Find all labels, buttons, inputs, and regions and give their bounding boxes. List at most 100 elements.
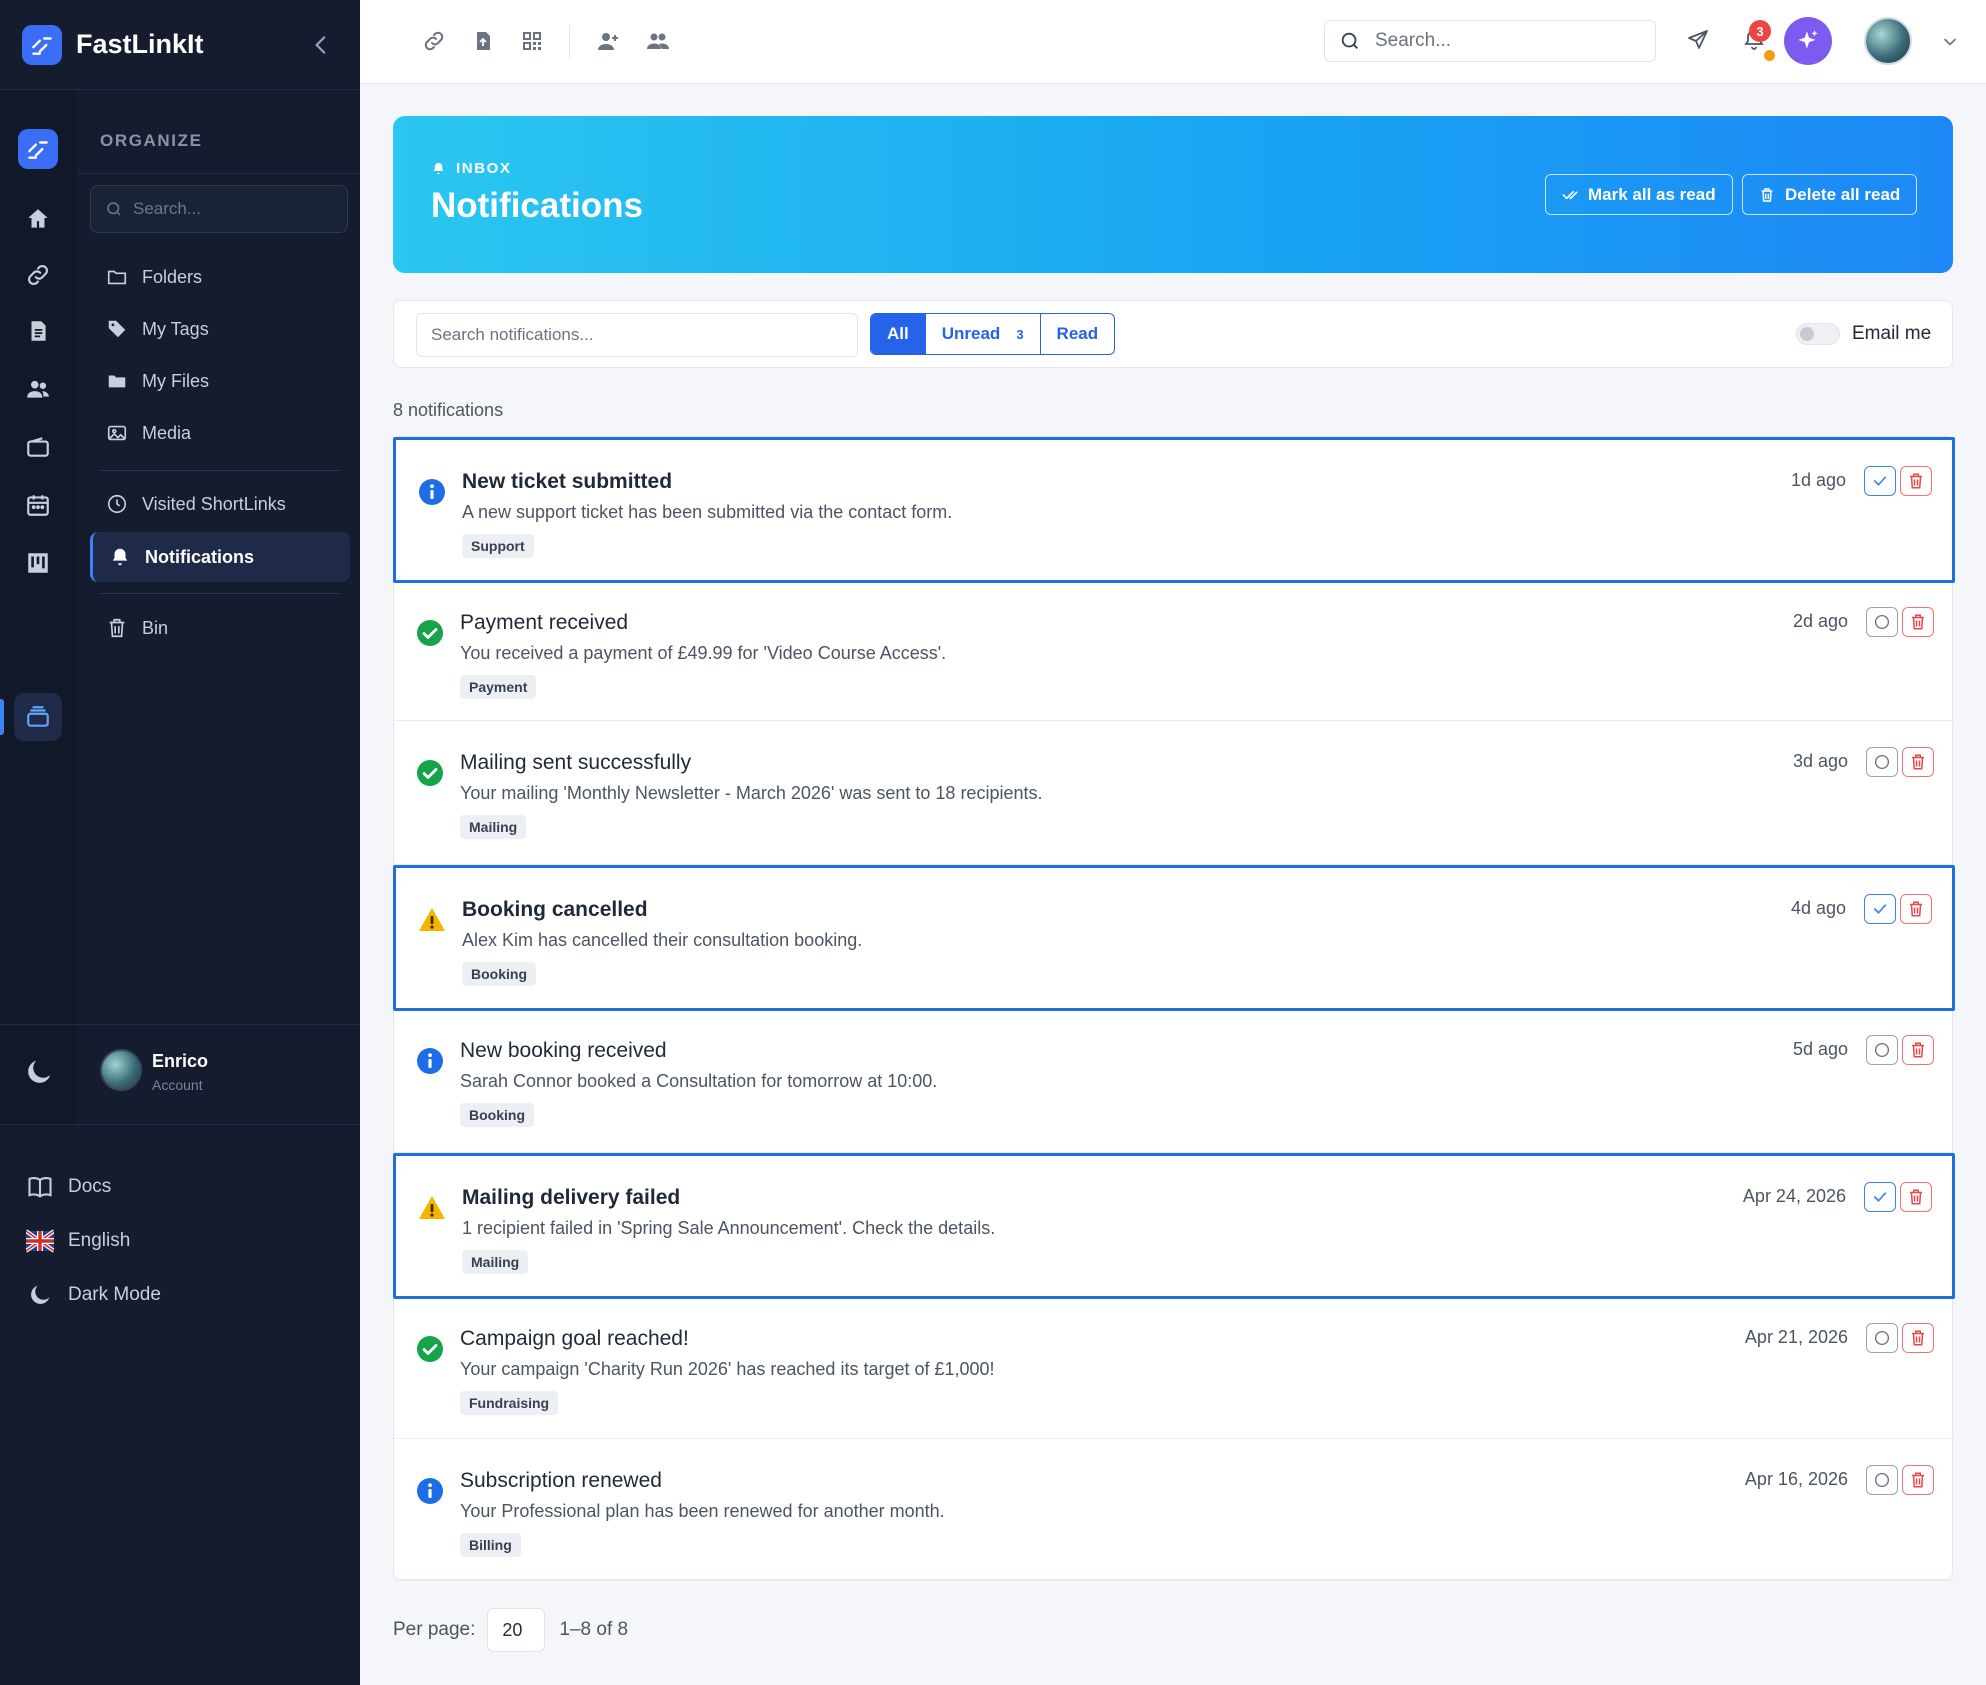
delete-notification-button[interactable]	[1902, 1465, 1934, 1495]
mark-unread-button[interactable]	[1866, 1465, 1898, 1495]
circle-icon	[1874, 1042, 1890, 1058]
rail-logo-icon[interactable]	[18, 129, 58, 169]
notification-title: Mailing delivery failed	[462, 1186, 681, 1209]
dark-mode-toggle[interactable]: Dark Mode	[26, 1275, 161, 1315]
wallet-icon[interactable]	[14, 423, 62, 471]
calendar-icon[interactable]	[14, 481, 62, 529]
brand[interactable]: FastLinkIt	[0, 0, 360, 90]
sidebar-item-folders[interactable]: Folders	[90, 252, 350, 302]
mark-unread-button[interactable]	[1866, 1323, 1898, 1353]
docs-label: Docs	[68, 1176, 112, 1197]
email-me-toggle[interactable]	[1796, 323, 1840, 345]
uk-flag-icon	[26, 1229, 54, 1253]
bell-icon	[433, 162, 444, 175]
qr-code-icon[interactable]	[518, 27, 546, 55]
filter-read-button[interactable]: Read	[1041, 314, 1115, 354]
docs-link[interactable]: Docs	[26, 1167, 111, 1207]
sidebar-item-my-tags[interactable]: My Tags	[90, 304, 350, 354]
document-icon[interactable]	[14, 307, 62, 355]
notification-time: Apr 21, 2026	[1744, 1327, 1848, 1347]
trash-icon	[1761, 187, 1773, 202]
notification-time: Apr 24, 2026	[1742, 1186, 1846, 1206]
mark-read-button[interactable]	[1864, 894, 1896, 924]
delete-notification-button[interactable]	[1902, 747, 1934, 777]
mark-all-read-button[interactable]: Mark all as read	[1545, 174, 1733, 215]
mark-read-button[interactable]	[1864, 466, 1896, 496]
per-page-select[interactable]: 20	[487, 1608, 546, 1652]
notification-item[interactable]: Subscription renewed Your Professional pl…	[394, 1439, 1954, 1581]
notification-tag: Booking	[462, 962, 536, 986]
mark-unread-button[interactable]	[1866, 747, 1898, 777]
send-icon[interactable]	[1684, 26, 1712, 54]
check-icon	[1873, 1192, 1887, 1202]
sidebar-search-input[interactable]: Search...	[90, 185, 348, 233]
language-selector[interactable]: English	[26, 1221, 130, 1261]
search-icon	[107, 202, 121, 216]
moon-icon[interactable]	[22, 1055, 56, 1089]
delete-notification-button[interactable]	[1900, 894, 1932, 924]
sidebar-item-my-files[interactable]: My Files	[90, 356, 350, 406]
notification-item[interactable]: New booking received Sarah Connor booked …	[394, 1009, 1954, 1153]
mark-unread-button[interactable]	[1866, 607, 1898, 637]
notification-item[interactable]: Payment received You received a payment o…	[394, 581, 1954, 721]
mark-unread-button[interactable]	[1866, 1035, 1898, 1065]
delete-notification-button[interactable]	[1902, 607, 1934, 637]
link-icon[interactable]	[420, 27, 448, 55]
link-icon[interactable]	[14, 251, 62, 299]
team-icon[interactable]	[644, 27, 672, 55]
notification-list: New ticket submitted A new support ticket…	[393, 436, 1955, 1581]
notification-tag: Payment	[460, 675, 537, 699]
delete-all-read-button[interactable]: Delete all read	[1742, 174, 1918, 215]
notification-item[interactable]: Campaign goal reached! Your campaign 'Cha…	[394, 1297, 1954, 1439]
notification-item[interactable]: Mailing sent successfully Your mailing 'M…	[394, 721, 1954, 865]
circle-icon	[1874, 754, 1890, 770]
filter-all-button[interactable]: All	[871, 314, 926, 354]
notification-search-input[interactable]: Search notifications...	[416, 313, 858, 357]
folder-filled-icon	[108, 375, 126, 388]
clock-icon	[107, 494, 127, 514]
sidebar-item-visited-shortlinks[interactable]: Visited ShortLinks	[90, 479, 350, 529]
home-icon[interactable]	[14, 195, 62, 243]
check-circle-icon	[416, 619, 444, 647]
dark-mode-label: Dark Mode	[68, 1284, 161, 1305]
notification-item[interactable]: Booking cancelled Alex Kim has cancelled …	[393, 865, 1955, 1011]
eyebrow: INBOX	[431, 160, 512, 177]
notification-count-badge: 3	[1749, 20, 1771, 42]
notification-text: You received a payment of £49.99 for 'Vi…	[460, 643, 947, 663]
check-circle-icon	[416, 759, 444, 787]
avatar[interactable]	[1864, 17, 1912, 65]
page-range: 1–8 of 8	[559, 1619, 629, 1640]
notification-search-placeholder: Search notifications...	[431, 325, 594, 344]
status-dot	[1764, 50, 1775, 61]
file-upload-icon[interactable]	[469, 27, 497, 55]
notification-count: 8 notifications	[393, 400, 504, 420]
users-icon[interactable]	[14, 365, 62, 413]
delete-notification-button[interactable]	[1902, 1035, 1934, 1065]
global-search-input[interactable]: Search...	[1324, 20, 1656, 62]
account-area: Enrico Account	[0, 1024, 360, 1124]
sidebar-item-bin[interactable]: Bin	[90, 603, 350, 653]
kanban-icon[interactable]	[14, 539, 62, 587]
ai-assistant-button[interactable]	[1784, 17, 1832, 65]
sidebar-bottom: Docs English Dark Mode	[0, 1124, 360, 1685]
notification-tag: Booking	[460, 1103, 534, 1127]
delete-notification-button[interactable]	[1900, 1182, 1932, 1212]
notification-item[interactable]: Mailing delivery failed 1 recipient faile…	[393, 1153, 1955, 1299]
moon-icon	[31, 1285, 50, 1304]
delete-notification-button[interactable]	[1900, 466, 1932, 496]
add-user-icon[interactable]	[594, 27, 622, 55]
sidebar-item-media[interactable]: Media	[90, 408, 350, 458]
filter-unread-button[interactable]: Unread 3	[926, 314, 1041, 354]
notification-title: New booking received	[460, 1039, 667, 1062]
collapse-sidebar-icon[interactable]	[308, 32, 334, 58]
circle-icon	[1874, 1330, 1890, 1346]
avatar[interactable]	[100, 1049, 142, 1091]
inbox-icon[interactable]	[14, 693, 62, 741]
mark-read-button[interactable]	[1864, 1182, 1896, 1212]
delete-notification-button[interactable]	[1902, 1323, 1934, 1353]
sidebar-item-notifications[interactable]: Notifications	[90, 532, 350, 582]
rail-active-indicator	[0, 699, 4, 735]
notification-item[interactable]: New ticket submitted A new support ticket…	[393, 437, 1955, 583]
chevron-down-icon[interactable]	[1940, 32, 1960, 52]
user-name[interactable]: Enrico	[152, 1051, 208, 1072]
